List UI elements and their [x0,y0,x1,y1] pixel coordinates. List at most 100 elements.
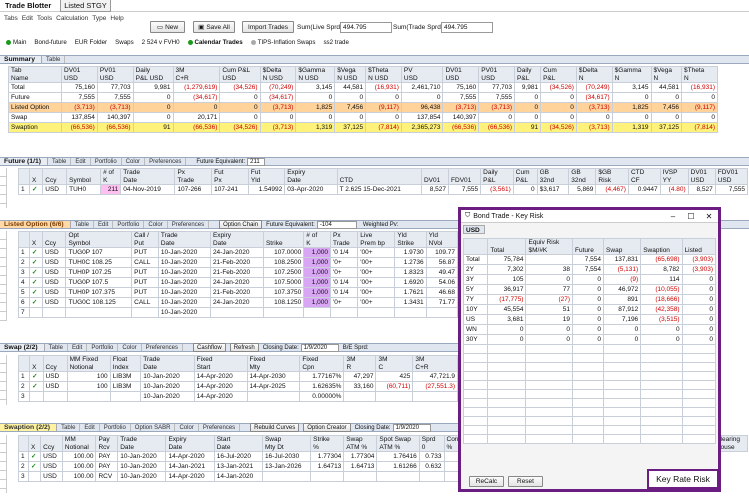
summary-col-header[interactable]: PV01 USD [478,66,516,83]
listed-col-header[interactable]: Yld Strike [394,231,427,248]
summary-col-header[interactable]: Tab Name [7,66,63,83]
listed-row[interactable]: 7 10-Jan-2020 [18,307,459,318]
key_risk-row[interactable]: 5Y 36,917 77 0 46,972 (10,055) 0 [462,284,717,295]
swap-col-header[interactable]: Fixed Mty [246,355,301,372]
listed-tab-table[interactable]: Table [71,221,95,228]
swaption-col-header[interactable]: Spot Swap ATM % [376,435,420,452]
close-icon[interactable]: ✕ [700,212,718,221]
key_risk-row[interactable] [462,371,717,381]
key_risk-row[interactable] [462,362,717,372]
row-color-cell[interactable] [0,355,6,364]
recalc-button[interactable]: ReCalc [469,476,504,487]
swaption-tab-preferences[interactable]: Preferences [199,424,241,431]
swap-row[interactable]: 3 10-Jan-2020 14-Apr-2020 0.00000% [17,391,458,402]
row-color-cell[interactable] [0,168,6,177]
row-color-cell[interactable] [0,303,6,312]
future-col-header[interactable]: $GB Risk [595,168,629,185]
listed-col-header[interactable]: Live Prem bp [357,231,396,248]
listed-col-header[interactable]: Call / Put [131,231,159,248]
swaption-tab-table[interactable]: Table [57,424,81,431]
future-cell[interactable]: ✓ [28,184,44,195]
swaption-cell[interactable]: ✓ [28,461,42,472]
future-col-header[interactable]: GB 32nd [536,168,570,185]
listed-row[interactable]: 2 ✓ USD TUH0C 108.25 CALL 10-Jan-2020 21-Feb-2… [18,257,459,268]
swaption-col-header[interactable]: Strike % [310,435,345,452]
menu-type[interactable]: Type [92,15,106,22]
key_risk-row[interactable]: WN 0 0 0 0 0 0 [462,324,717,335]
summary-col-header[interactable]: PV01 USD [96,66,134,83]
tab-1[interactable]: Bond-future [32,39,68,46]
future-col-header[interactable]: Expiry Date [284,168,338,185]
future-col-header[interactable]: IVSP YY [659,168,689,185]
listed-cell[interactable]: ✓ [28,267,43,278]
key_risk-row[interactable]: 10Y 45,554 51 0 87,912 (42,358) 0 [462,304,717,315]
swap-col-header[interactable]: Trade Date [140,355,195,372]
summary-col-header[interactable]: Daily P&L USD [132,66,174,83]
new-button[interactable]: ▭ New [150,21,185,33]
swaption-col-header[interactable]: Swap ATM % [343,435,378,452]
summary-tab-table[interactable]: Table [42,56,66,63]
swaption-col-header[interactable]: Sprd 0 [418,435,445,452]
maximize-icon[interactable]: ☐ [682,212,700,221]
key_risk-row[interactable] [462,434,717,444]
swaption-tab-color[interactable]: Color [175,424,199,431]
tab-trade-blotter[interactable]: Trade Blotter [2,0,54,11]
swaption-col-header[interactable]: X [28,435,42,452]
swap-tab-preferences[interactable]: Preferences [142,344,184,351]
summary-col-header[interactable]: Cum P&L [540,66,577,83]
future-equiv-field[interactable]: 211 [247,157,266,166]
summary-row[interactable]: Swap 137,854 140,397 0 20,171 0 0 0 0 0 137,854 140… [7,112,718,123]
summary-col-header[interactable]: $Vega N USD [334,66,367,83]
future-col-header[interactable] [18,168,30,185]
future-col-header[interactable]: FDV01 USD [714,168,749,185]
listed-cell[interactable]: ✓ [28,277,43,288]
swaption-cell[interactable]: ✓ [28,451,42,462]
row-color-cell[interactable] [0,276,6,285]
listed-col-header[interactable]: Opt Symbol [65,231,133,248]
future-col-header[interactable]: Trade Date [120,168,176,185]
listed-col-header[interactable]: X [28,231,43,248]
key_risk-col-header[interactable]: Equiv Risk $M/#K [525,238,574,255]
row-color-cell[interactable] [0,480,6,489]
swaption-col-header[interactable]: Expiry Date [165,435,215,452]
summary-col-header[interactable]: DV01 USD [442,66,480,83]
key_risk-row[interactable] [462,380,717,390]
future-col-header[interactable]: CTD CF [627,168,661,185]
summary-col-header[interactable]: DV01 USD [61,66,98,83]
swap-col-header[interactable]: 3M C [375,355,414,372]
row-color-cell[interactable] [0,258,6,267]
listed-col-header[interactable]: Px Trade [329,231,359,248]
future-col-header[interactable]: Fut Yld [247,168,286,185]
summary-row[interactable]: Total 75,160 77,703 9,981 (1,279,619) (34,526… [7,82,718,93]
listed-cell[interactable]: ✓ [28,297,43,308]
key_risk-row[interactable] [462,389,717,399]
listed-equiv-field[interactable]: -104 [316,220,357,229]
swap-col-header[interactable]: 3M C+R [412,355,458,372]
summary-row[interactable]: Listed Option (3,713) (3,713) 0 0 0 (3,713) 1,8… [7,102,718,113]
future-col-header[interactable]: Daily P&L [480,168,514,185]
listed-row[interactable]: 5 ✓ USD TUH0P 107.375 PUT 10-Jan-2020 21-Feb-2… [18,287,459,298]
swap-tab-edit[interactable]: Edit [68,344,88,351]
row-color-cell[interactable] [0,462,6,471]
future-col-header[interactable]: GB 32nd [568,168,597,185]
key_risk-col-header[interactable]: Listed [681,238,717,255]
summary-col-header[interactable]: $Gamma N [611,66,652,83]
row-color-cell[interactable] [0,373,6,382]
tab-6[interactable]: TIPS-Inflation Swaps [249,39,318,46]
row-color-cell[interactable] [0,249,6,258]
tab-4[interactable]: 2 524 v FVH0 [140,39,182,46]
row-color-cell[interactable] [0,186,6,195]
key_risk-row[interactable]: 3Y 105 0 0 (9) 114 0 [462,274,717,285]
summary-col-header[interactable]: $Delta N USD [259,66,297,83]
summary-col-header[interactable]: 3M C+R [172,66,221,83]
row-color-cell[interactable] [0,453,6,462]
tab-0[interactable]: Main [4,39,28,46]
swaption-col-header[interactable]: Start Date [213,435,263,452]
listed-cell[interactable]: ✓ [28,247,43,258]
summary-row[interactable]: Future 7,555 7,555 0 (34,617) 0 (34,617) 0 0 0 0 7,… [7,92,718,103]
future-col-header[interactable]: DV01 [420,168,450,185]
swap-tab-color[interactable]: Color [118,344,142,351]
key_risk-row[interactable] [462,425,717,435]
future-col-header[interactable]: CTD [336,168,422,185]
listed-row[interactable]: 3 ✓ USD TUH0P 107.25 PUT 10-Jan-2020 21-Feb-20… [18,267,459,278]
